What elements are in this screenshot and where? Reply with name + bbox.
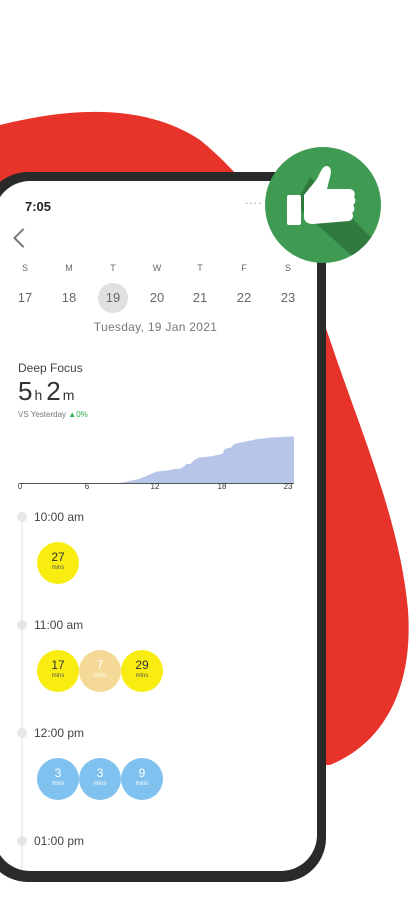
hours-unit: h (34, 387, 43, 403)
session-minutes: 3 (54, 766, 62, 780)
weekday-label: M (65, 263, 73, 273)
date-17[interactable]: 17 (10, 283, 40, 313)
weekday-label: F (241, 263, 247, 273)
session-bubble[interactable]: 17 mins (37, 650, 79, 692)
minutes-unit: m (62, 387, 75, 403)
session-bubble[interactable]: 7 mins (79, 650, 121, 692)
x-tick-label: 18 (217, 482, 227, 491)
time-label: 01:00 pm (34, 834, 85, 848)
vs-yesterday: VS Yesterday ▲0% (18, 410, 88, 419)
thumbs-up-badge (265, 147, 381, 263)
x-tick-label: 12 (150, 482, 160, 491)
session-unit: mins (51, 673, 65, 679)
x-tick-label: 6 (84, 482, 90, 491)
weekday-label: W (152, 263, 162, 273)
time-label: 12:00 pm (34, 726, 85, 740)
selected-date-label: Tuesday, 19 Jan 2021 (93, 320, 218, 334)
thumbs-up-icon (287, 166, 381, 263)
focus-area-series (20, 436, 294, 484)
session-bubble[interactable]: 27 mins (37, 542, 79, 584)
date-18[interactable]: 18 (54, 283, 84, 313)
weekday-label: T (110, 263, 116, 273)
minutes-value: 2 (46, 376, 61, 406)
date-23[interactable]: 23 (273, 283, 303, 313)
trend-value: 0% (76, 410, 88, 419)
date-20[interactable]: 20 (142, 283, 172, 313)
session-unit: mins (51, 565, 65, 571)
status-indicators: .... (245, 193, 263, 207)
status-time: 7:05 (25, 199, 52, 214)
back-chevron-icon[interactable] (13, 228, 33, 248)
deep-focus-title: Deep Focus (18, 361, 83, 375)
focus-area-chart (20, 436, 294, 484)
trend-up-icon: ▲ (68, 410, 77, 419)
vs-label: VS Yesterday (18, 410, 67, 419)
timeline-dot (17, 836, 27, 846)
session-unit: mins (93, 781, 107, 787)
x-tick-label: 0 (17, 482, 23, 491)
app-screen: 7:05 .... S M T W T F S 17 18 19 20 21 2… (0, 181, 317, 871)
time-label: 11:00 am (34, 618, 84, 632)
session-minutes: 9 (138, 766, 146, 780)
session-minutes: 7 (96, 658, 104, 672)
time-label: 10:00 am (34, 510, 85, 524)
session-minutes: 17 (51, 658, 65, 672)
hours-value: 5 (18, 376, 33, 406)
session-unit: mins (135, 673, 149, 679)
session-bubble[interactable]: 3 mins (37, 758, 79, 800)
session-minutes: 27 (51, 550, 65, 564)
session-unit: mins (135, 781, 149, 787)
session-bubble[interactable]: 29 mins (121, 650, 163, 692)
date-22[interactable]: 22 (229, 283, 259, 313)
session-bubble[interactable]: 3 mins (79, 758, 121, 800)
timeline-dot (17, 620, 27, 630)
session-unit: mins (51, 781, 65, 787)
deep-focus-total: 5h2m (18, 376, 78, 407)
date-21[interactable]: 21 (185, 283, 215, 313)
timeline-line (21, 516, 23, 871)
weekday-label: S (284, 263, 291, 273)
session-unit: mins (93, 673, 107, 679)
session-minutes: 3 (96, 766, 104, 780)
date-19-selected[interactable]: 19 (98, 283, 128, 313)
session-bubble[interactable]: 9 mins (121, 758, 163, 800)
weekday-label: T (197, 263, 203, 273)
timeline-dot (17, 728, 27, 738)
weekday-label: S (21, 263, 28, 273)
x-tick-label: 23 (283, 482, 293, 491)
session-minutes: 29 (135, 658, 149, 672)
timeline-dot (17, 512, 27, 522)
